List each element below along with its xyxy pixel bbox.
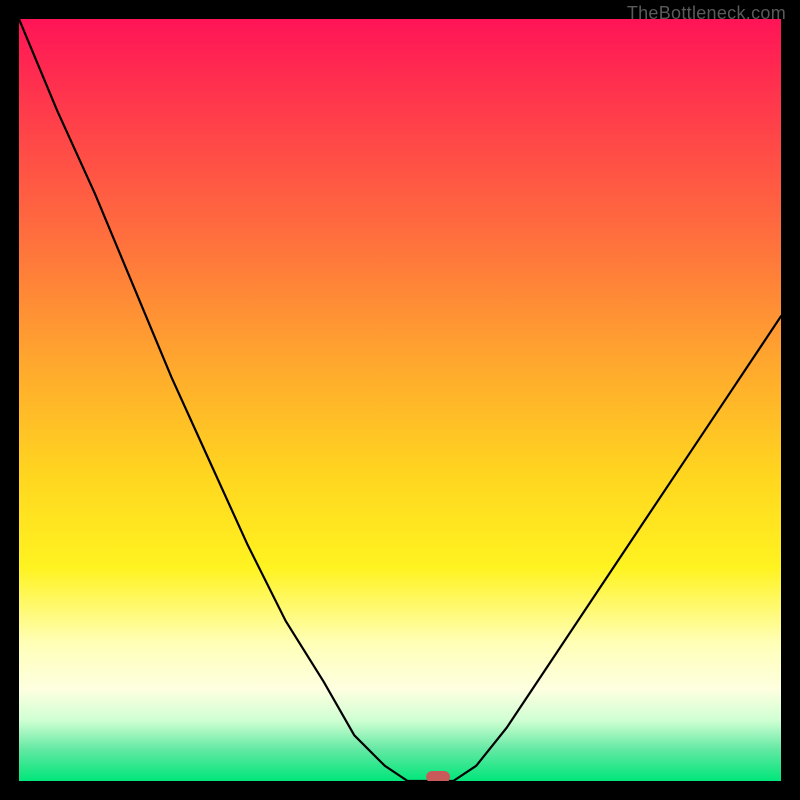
plot-area (19, 19, 781, 781)
bottleneck-curve-svg (19, 19, 781, 781)
minimum-marker (426, 771, 450, 781)
chart-canvas: TheBottleneck.com (0, 0, 800, 800)
bottleneck-curve (19, 19, 781, 781)
watermark: TheBottleneck.com (627, 3, 786, 24)
